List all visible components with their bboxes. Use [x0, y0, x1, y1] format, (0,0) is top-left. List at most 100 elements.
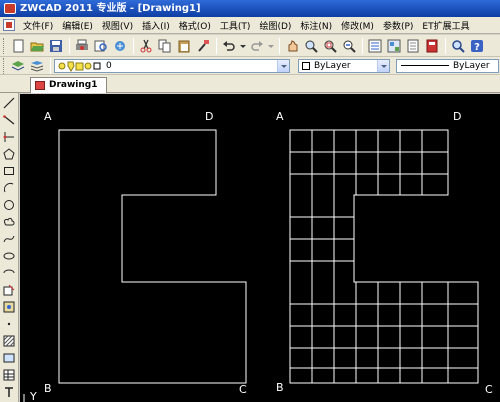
color-dropdown[interactable]: ByLayer [298, 58, 390, 73]
circle-tool-button[interactable] [2, 198, 16, 212]
print-button[interactable] [73, 37, 91, 55]
app-logo-icon [4, 3, 16, 14]
copy-button[interactable] [156, 37, 174, 55]
zoom-previous-button[interactable] [340, 37, 358, 55]
menu-view[interactable]: 视图(V) [98, 19, 138, 32]
current-color-value: ByLayer [314, 60, 351, 71]
calculator-icon [426, 39, 438, 52]
toolbar-grip[interactable] [3, 57, 6, 74]
properties-icon [368, 39, 382, 52]
zoom-realtime-button[interactable] [302, 37, 320, 55]
ray-tool-button[interactable] [2, 113, 16, 127]
toolbar-grip[interactable] [3, 37, 6, 54]
ellipse-tool-button[interactable] [2, 249, 16, 263]
mtext-tool-button[interactable] [2, 385, 16, 399]
circle-icon [4, 200, 14, 210]
undo-icon [223, 40, 235, 51]
arc-icon [3, 182, 14, 193]
linetype-dropdown[interactable]: ByLayer [396, 58, 499, 73]
properties-button[interactable] [366, 37, 384, 55]
calculator-button[interactable] [423, 37, 441, 55]
tab-drawing1[interactable]: Drawing1 [30, 77, 107, 93]
toolbar-separator [216, 37, 217, 54]
chevron-down-icon [268, 44, 274, 48]
color-dropdown-arrow[interactable] [377, 59, 389, 72]
rectangle-tool-button[interactable] [2, 164, 16, 178]
menu-tools[interactable]: 工具(T) [216, 19, 256, 32]
document-tab-strip: Drawing1 [0, 75, 500, 93]
menu-bar: 文件(F) 编辑(E) 视图(V) 插入(I) 格式(O) 工具(T) 绘图(D… [0, 17, 500, 34]
make-block-button[interactable] [2, 300, 16, 314]
menu-modify[interactable]: 修改(M) [337, 19, 379, 32]
new-file-button[interactable] [9, 37, 27, 55]
layer-manager-icon [11, 60, 25, 71]
layer-previous-button[interactable] [28, 57, 46, 74]
table-tool-button[interactable] [2, 368, 16, 382]
ellipse-arc-icon [3, 269, 15, 274]
zoom-previous-icon [343, 40, 356, 53]
zoom-window-button[interactable] [321, 37, 339, 55]
menu-format[interactable]: 格式(O) [175, 19, 216, 32]
menu-insert[interactable]: 插入(I) [138, 19, 175, 32]
revcloud-tool-button[interactable] [2, 215, 16, 229]
redo-button[interactable] [248, 37, 266, 55]
xline-icon [3, 132, 14, 142]
ellipse-arc-tool-button[interactable] [2, 266, 16, 280]
save-button[interactable] [47, 37, 65, 55]
insert-block-button[interactable] [2, 283, 16, 297]
table-icon [3, 369, 15, 381]
menu-dimension[interactable]: 标注(N) [296, 19, 337, 32]
spline-tool-button[interactable] [2, 232, 16, 246]
match-properties-button[interactable] [194, 37, 212, 55]
arc-tool-button[interactable] [2, 181, 16, 195]
tool-palettes-button[interactable] [404, 37, 422, 55]
right-label-a: A [276, 110, 284, 123]
paste-button[interactable] [175, 37, 193, 55]
cut-button[interactable] [137, 37, 155, 55]
redo-icon [251, 40, 263, 51]
layer-dropdown-arrow[interactable] [277, 59, 289, 72]
layer-manager-button[interactable] [9, 57, 27, 74]
multiline-text-icon [5, 387, 13, 397]
svg-text:?: ? [474, 42, 480, 53]
region-tool-button[interactable] [2, 351, 16, 365]
find-button[interactable] [449, 37, 467, 55]
rectangle-icon [4, 167, 14, 175]
copy-icon [158, 39, 171, 52]
menu-edit[interactable]: 编辑(E) [58, 19, 98, 32]
right-figure-outline [289, 129, 479, 384]
design-center-button[interactable] [385, 37, 403, 55]
menu-draw[interactable]: 绘图(D) [255, 19, 296, 32]
document-menu-icon[interactable] [3, 19, 15, 31]
zoom-realtime-icon [305, 40, 318, 53]
region-icon [3, 353, 15, 363]
point-tool-button[interactable] [2, 317, 16, 331]
toolbar-separator [133, 37, 134, 54]
help-button[interactable]: ? [468, 37, 486, 55]
color-swatch [302, 61, 310, 70]
menu-et-tools[interactable]: ET扩展工具 [418, 19, 474, 32]
redo-dropdown-button[interactable] [267, 37, 275, 55]
title-bar: ZWCAD 2011 专业版 - [Drawing1] [0, 0, 500, 17]
menu-file[interactable]: 文件(F) [19, 19, 58, 32]
polygon-tool-button[interactable] [2, 147, 16, 161]
drawing-canvas[interactable]: A D B C A D B C Y [20, 94, 500, 402]
tab-label: Drawing1 [49, 80, 98, 90]
construction-line-button[interactable] [2, 130, 16, 144]
layer-dropdown[interactable]: 0 [54, 58, 290, 73]
menu-parameters[interactable]: 参数(P) [379, 19, 418, 32]
publish-button[interactable] [111, 37, 129, 55]
left-label-c: C [239, 383, 247, 396]
pan-button[interactable] [283, 37, 301, 55]
scissors-icon [140, 39, 152, 52]
undo-dropdown-button[interactable] [239, 37, 247, 55]
draw-toolbar [0, 93, 19, 402]
undo-button[interactable] [220, 37, 238, 55]
line-tool-button[interactable] [2, 96, 16, 110]
help-icon: ? [471, 39, 483, 53]
print-preview-button[interactable] [92, 37, 110, 55]
ray-icon [3, 115, 15, 125]
open-file-button[interactable] [28, 37, 46, 55]
right-label-d: D [453, 110, 462, 123]
hatch-tool-button[interactable] [2, 334, 16, 348]
